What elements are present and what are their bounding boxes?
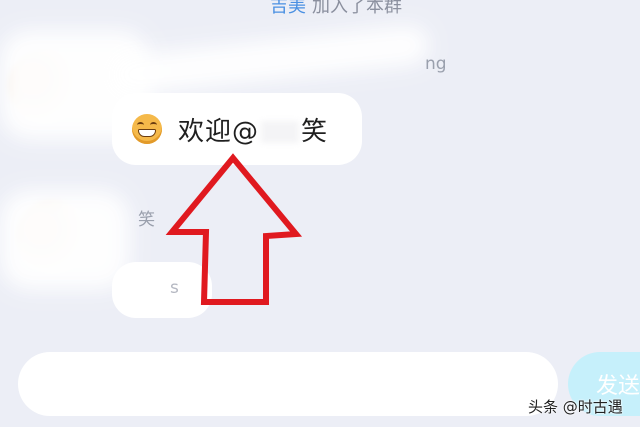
- grinning-face-icon: [132, 114, 162, 144]
- system-join-text: 加入了本群: [312, 0, 402, 17]
- system-join-message: 吉美 加入了本群: [270, 0, 402, 18]
- chat-screen: 吉美 加入了本群 ng 欢迎@ 笑 笑 s 发送 头条 @时古遇: [0, 0, 640, 427]
- annotation-arrow-up-icon: [165, 153, 303, 305]
- welcome-message-text: 欢迎@ 笑: [178, 111, 328, 148]
- system-member-name[interactable]: 吉美: [270, 0, 306, 17]
- first-sender-meta: ng: [425, 54, 447, 74]
- mention-redaction: [261, 121, 300, 143]
- first-sender-name-redaction: [108, 23, 432, 97]
- watermark: 头条 @时古遇: [528, 398, 623, 416]
- second-sender-redaction: [0, 190, 130, 290]
- second-sender-name: 笑: [138, 210, 155, 230]
- welcome-suffix: 笑: [301, 116, 329, 147]
- welcome-prefix: 欢迎@: [178, 116, 260, 147]
- message-input[interactable]: [18, 352, 558, 416]
